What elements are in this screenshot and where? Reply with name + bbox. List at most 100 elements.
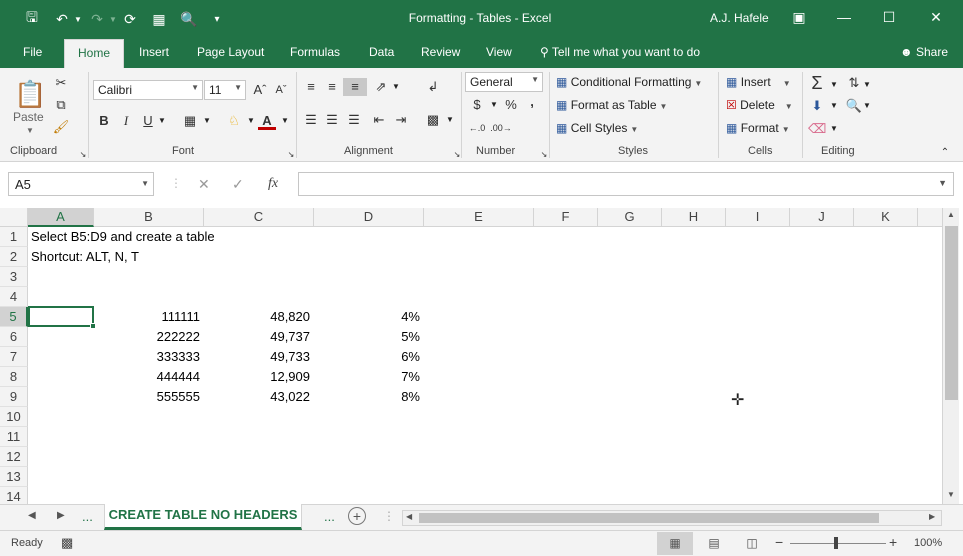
cell-c9[interactable]: 43,022 — [204, 387, 310, 407]
prev-sheet-icon[interactable]: ◀ — [28, 510, 36, 521]
borders-icon[interactable]: ▦ — [181, 112, 199, 130]
top-align-icon[interactable]: ≡ — [302, 78, 320, 96]
scroll-right-icon[interactable]: ▶ — [929, 512, 935, 521]
align-left-icon[interactable]: ☰ — [302, 111, 320, 129]
font-color-dropdown-icon[interactable]: ▼ — [281, 116, 289, 125]
fill-color-dropdown-icon[interactable]: ▼ — [247, 116, 255, 125]
fill-color-icon[interactable]: ♘ — [225, 112, 243, 130]
currency-dropdown-icon[interactable]: ▼ — [490, 100, 498, 109]
save-icon[interactable]: 🖫 — [22, 9, 42, 29]
cell-c8[interactable]: 12,909 — [204, 367, 310, 387]
column-header-a[interactable]: A — [28, 208, 94, 227]
tab-view[interactable]: View — [486, 45, 512, 59]
cell-d8[interactable]: 7% — [314, 367, 420, 387]
add-sheet-icon[interactable]: + — [348, 507, 366, 525]
column-header-j[interactable]: J — [790, 208, 854, 227]
paste-button[interactable]: Paste — [13, 110, 44, 124]
tab-page-layout[interactable]: Page Layout — [197, 45, 264, 59]
number-format-combo[interactable]: General ▼ — [465, 72, 543, 92]
increase-decimal-icon[interactable]: ←.0 — [466, 119, 488, 137]
close-icon[interactable]: ✕ — [921, 9, 951, 29]
cell-styles-button[interactable]: ▦ Cell Styles ▼ — [556, 121, 638, 135]
font-color-icon[interactable]: A — [258, 112, 276, 130]
row-header[interactable]: 5 — [0, 307, 28, 327]
row-header[interactable]: 11 — [0, 427, 28, 447]
zoom-level[interactable]: 100% — [914, 537, 942, 549]
tab-insert[interactable]: Insert — [139, 45, 169, 59]
column-header-e[interactable]: E — [424, 208, 534, 227]
autosum-icon[interactable]: Σ — [808, 74, 826, 92]
worksheet-grid[interactable]: A B C D E F G H I J K 1 2 3 4 5 6 7 8 9 … — [0, 208, 963, 504]
refresh-icon[interactable]: ⟳ — [120, 9, 140, 29]
sort-filter-icon[interactable]: ⇅ — [845, 74, 863, 92]
tab-data[interactable]: Data — [369, 45, 394, 59]
cell-d5[interactable]: 4% — [314, 307, 420, 327]
increase-font-icon[interactable]: Aˆ — [251, 81, 269, 99]
clear-dropdown-icon[interactable]: ▼ — [830, 124, 838, 133]
column-header-i[interactable]: I — [726, 208, 790, 227]
row-header[interactable]: 3 — [0, 267, 28, 287]
vertical-scroll-thumb[interactable] — [945, 226, 958, 400]
copy-icon[interactable]: ⧉ — [52, 96, 70, 114]
column-header-h[interactable]: H — [662, 208, 726, 227]
vertical-scrollbar[interactable]: ▲ ▼ — [942, 208, 959, 504]
paste-icon[interactable]: 📋 — [14, 76, 46, 112]
font-size-combo[interactable]: 11 ▼ — [204, 80, 246, 100]
zoom-out-icon[interactable]: − — [775, 534, 783, 550]
conditional-formatting-button[interactable]: ▦ Conditional Formatting ▼ — [556, 75, 702, 89]
format-as-table-button[interactable]: ▦ Format as Table ▼ — [556, 98, 667, 112]
sheet-tab-active[interactable]: CREATE TABLE NO HEADERS — [104, 504, 302, 530]
page-layout-view-icon[interactable]: ▤ — [696, 532, 732, 555]
currency-button[interactable]: $ — [468, 96, 486, 114]
form-icon[interactable]: ▦ — [149, 9, 169, 29]
insert-cells-button[interactable]: ▦ Insert ▼ — [726, 75, 791, 89]
active-cell-a5[interactable] — [28, 306, 96, 329]
format-cells-button[interactable]: ▦ Format ▼ — [726, 121, 790, 135]
underline-button[interactable]: U — [139, 112, 157, 130]
column-header-c[interactable]: C — [204, 208, 314, 227]
row-header[interactable]: 6 — [0, 327, 28, 347]
find-select-icon[interactable]: 🔍 — [845, 97, 863, 115]
scroll-down-icon[interactable]: ▼ — [947, 490, 955, 499]
increase-indent-icon[interactable]: ⇥ — [392, 111, 410, 129]
row-header[interactable]: 9 — [0, 387, 28, 407]
formula-input[interactable]: ▼ — [298, 172, 954, 196]
splitter-icon[interactable]: ⋮ — [383, 509, 395, 523]
normal-view-icon[interactable]: ▦ — [657, 532, 693, 555]
bold-button[interactable]: B — [95, 112, 113, 130]
row-header[interactable]: 14 — [0, 487, 28, 504]
share-button[interactable]: ☻ Share — [900, 45, 948, 59]
autosum-dropdown-icon[interactable]: ▼ — [830, 80, 838, 89]
column-header-f[interactable]: F — [534, 208, 598, 227]
cell-d6[interactable]: 5% — [314, 327, 420, 347]
cell-a2[interactable]: Shortcut: ALT, N, T — [31, 247, 139, 267]
row-header[interactable]: 4 — [0, 287, 28, 307]
collapse-ribbon-icon[interactable]: ⌃ — [936, 144, 954, 162]
middle-align-icon[interactable]: ≡ — [323, 78, 341, 96]
wrap-text-icon[interactable]: ↲ — [424, 78, 442, 96]
cell-c7[interactable]: 49,733 — [204, 347, 310, 367]
decrease-indent-icon[interactable]: ⇤ — [370, 111, 388, 129]
tab-formulas[interactable]: Formulas — [290, 45, 340, 59]
zoom-slider-thumb[interactable] — [834, 537, 838, 549]
paste-dropdown-icon[interactable]: ▼ — [26, 126, 34, 135]
column-header-b[interactable]: B — [94, 208, 204, 227]
merge-dropdown-icon[interactable]: ▼ — [446, 115, 454, 124]
insert-function-button[interactable]: fx — [268, 176, 278, 192]
delete-cells-button[interactable]: ☒ Delete ▼ — [726, 98, 793, 112]
row-header[interactable]: 8 — [0, 367, 28, 387]
bottom-align-icon[interactable]: ≡ — [343, 78, 367, 96]
user-name[interactable]: A.J. Hafele — [710, 11, 769, 25]
cell-d9[interactable]: 8% — [314, 387, 420, 407]
column-header-g[interactable]: G — [598, 208, 662, 227]
ribbon-display-icon[interactable]: ▣ — [784, 9, 814, 29]
zoom-slider[interactable] — [790, 543, 886, 544]
print-preview-icon[interactable]: 🔍 — [179, 9, 199, 29]
column-header-k[interactable]: K — [854, 208, 918, 227]
row-header[interactable]: 13 — [0, 467, 28, 487]
underline-dropdown-icon[interactable]: ▼ — [158, 116, 166, 125]
tab-review[interactable]: Review — [421, 45, 460, 59]
decrease-decimal-icon[interactable]: .00→ — [490, 119, 512, 137]
align-center-icon[interactable]: ☰ — [323, 111, 341, 129]
row-header[interactable]: 12 — [0, 447, 28, 467]
